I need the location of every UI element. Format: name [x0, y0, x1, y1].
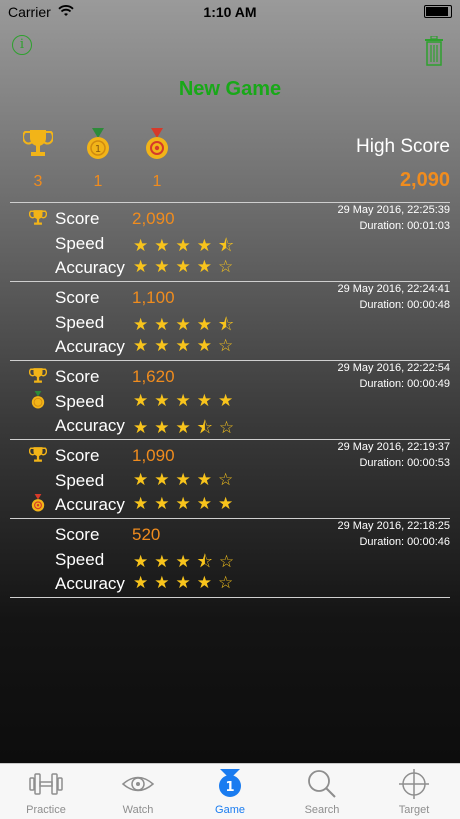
trash-icon	[425, 35, 443, 66]
gold-medal-icon: 1	[87, 128, 109, 159]
medal-icon: 1	[219, 769, 241, 797]
score-label: Score	[55, 367, 100, 386]
accuracy-label: Accuracy	[55, 495, 125, 514]
trophy-icon	[29, 210, 47, 225]
gold-count: 1	[93, 173, 103, 190]
score-value: 2,090	[132, 209, 175, 228]
tab-label: Practice	[26, 804, 66, 816]
delete-button[interactable]	[424, 35, 444, 66]
tab-label: Game	[215, 804, 245, 816]
record-duration: Duration: 00:00:49	[359, 378, 450, 390]
score-value: 520	[132, 525, 161, 544]
magnifier-icon	[308, 770, 336, 798]
accuracy-stars: ★★★★☆	[133, 573, 240, 592]
info-icon: i	[19, 37, 25, 52]
record-date: 29 May 2016, 22:25:39	[337, 204, 450, 216]
record-item[interactable]: Score 1,100 29 May 2016, 22:24:41 Durati…	[0, 282, 460, 361]
record-duration: Duration: 00:00:48	[359, 299, 450, 311]
speed-label: Speed	[55, 471, 105, 490]
tab-bar: Practice Watch 1 Game Search Target	[0, 763, 460, 819]
score-label: Score	[55, 525, 100, 544]
svg-text:1: 1	[95, 144, 101, 155]
battery-icon	[424, 5, 452, 18]
record-duration: Duration: 00:00:46	[359, 536, 450, 548]
divider	[10, 597, 450, 598]
record-date: 29 May 2016, 22:24:41	[337, 283, 450, 295]
accuracy-label: Accuracy	[55, 337, 125, 356]
trophy-icon	[29, 447, 47, 462]
accuracy-label: Accuracy	[55, 574, 125, 593]
bullseye-medal-icon	[146, 128, 168, 159]
score-value: 1,090	[132, 446, 175, 465]
tab-label: Target	[398, 804, 430, 816]
bullseye-medal-icon	[31, 494, 45, 512]
trophy-summary: 3	[18, 128, 58, 191]
tab-practice[interactable]: Practice	[0, 764, 92, 819]
speed-stars: ★★★★★	[133, 391, 240, 410]
record-date: 29 May 2016, 22:19:37	[337, 441, 450, 453]
tab-search[interactable]: Search	[276, 764, 368, 819]
dumbbell-icon	[29, 773, 63, 795]
record-item[interactable]: Score 1,090 29 May 2016, 22:19:37 Durati…	[0, 440, 460, 519]
accuracy-label: Accuracy	[55, 416, 125, 435]
tab-game[interactable]: 1 Game	[184, 764, 276, 819]
record-date: 29 May 2016, 22:18:25	[337, 520, 450, 532]
record-duration: Duration: 00:00:53	[359, 457, 450, 469]
record-item[interactable]: Score 520 29 May 2016, 22:18:25 Duration…	[0, 519, 460, 598]
trophy-icon	[29, 368, 47, 383]
accuracy-stars: ★★★★★	[133, 494, 240, 513]
svg-text:1: 1	[225, 780, 234, 795]
tab-target[interactable]: Target	[368, 764, 460, 819]
status-bar: Carrier 1:10 AM	[0, 0, 460, 24]
score-label: Score	[55, 446, 100, 465]
high-score-value: 2,090	[399, 169, 450, 191]
speed-label: Speed	[55, 313, 105, 332]
record-duration: Duration: 00:01:03	[359, 220, 450, 232]
clock: 1:10 AM	[203, 4, 257, 20]
new-game-button[interactable]: New Game	[0, 78, 460, 101]
speed-stars: ★★★★☆	[133, 470, 240, 489]
record-date: 29 May 2016, 22:22:54	[337, 362, 450, 374]
tab-label: Watch	[122, 804, 154, 816]
accuracy-stars: ★★★★☆	[133, 257, 240, 276]
trophy-icon	[22, 130, 54, 156]
record-item[interactable]: Score 1,620 29 May 2016, 22:22:54 Durati…	[0, 361, 460, 440]
eye-icon	[121, 776, 155, 792]
score-value: 1,620	[132, 367, 175, 386]
speed-label: Speed	[55, 392, 105, 411]
gold-summary: 1 1	[78, 128, 118, 191]
bullseye-summary: 1	[137, 128, 177, 191]
gold-medal-icon	[31, 391, 45, 409]
accuracy-stars: ★★★★☆	[133, 336, 240, 355]
score-label: Score	[55, 288, 100, 307]
trophy-count: 3	[33, 173, 43, 190]
info-button[interactable]: i	[12, 35, 32, 55]
speed-label: Speed	[55, 550, 105, 569]
record-item[interactable]: Score 2,090 29 May 2016, 22:25:39 Durati…	[0, 203, 460, 282]
score-value: 1,100	[132, 288, 175, 307]
speed-label: Speed	[55, 234, 105, 253]
bullseye-count: 1	[152, 173, 162, 190]
high-score-label: High Score	[356, 136, 450, 157]
tab-label: Search	[304, 804, 340, 816]
crosshair-icon	[399, 769, 429, 799]
accuracy-label: Accuracy	[55, 258, 125, 277]
score-label: Score	[55, 209, 100, 228]
tab-watch[interactable]: Watch	[92, 764, 184, 819]
